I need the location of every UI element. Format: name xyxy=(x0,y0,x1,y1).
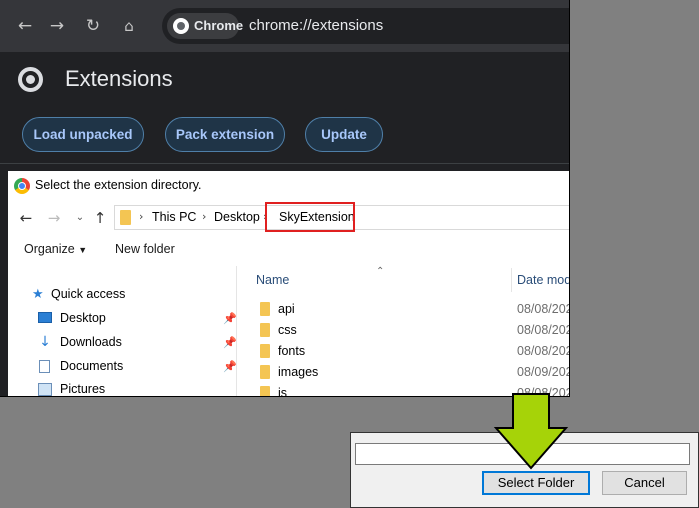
file-name: fonts xyxy=(278,344,306,358)
command-bar: Organize ▼ New folder xyxy=(8,233,569,265)
url-text[interactable]: chrome://extensions xyxy=(249,17,383,34)
pin-icon[interactable]: 📌 xyxy=(223,312,237,326)
arrow-down-icon xyxy=(493,393,569,470)
pack-extension-button[interactable]: Pack extension xyxy=(165,117,285,152)
update-button[interactable]: Update xyxy=(305,117,383,152)
nav-label: Quick access xyxy=(51,287,126,301)
cancel-button[interactable]: Cancel xyxy=(602,471,687,495)
forward-icon[interactable]: → xyxy=(44,13,70,39)
file-date: 08/08/202 xyxy=(517,302,569,316)
chrome-icon xyxy=(173,18,189,34)
folder-icon xyxy=(260,365,270,379)
chevron-right-icon[interactable]: › xyxy=(202,210,206,223)
file-name: js xyxy=(278,386,288,396)
back-icon[interactable]: ← xyxy=(16,208,36,228)
column-header-date[interactable]: Date mod xyxy=(517,273,569,287)
file-list: ⌃ Name Date mod api 08/08/202 css 08/08/… xyxy=(238,266,569,396)
column-divider[interactable] xyxy=(511,268,512,292)
chrome-chip[interactable]: Chrome xyxy=(167,13,243,39)
folder-icon xyxy=(260,302,270,316)
load-unpacked-button[interactable]: Load unpacked xyxy=(22,117,144,152)
folder-icon xyxy=(260,386,270,396)
pictures-icon xyxy=(38,383,52,396)
dropdown-arrow-icon: ▼ xyxy=(78,245,88,255)
list-item[interactable]: fonts 08/08/202 xyxy=(238,341,569,361)
list-item[interactable]: css 08/08/202 xyxy=(238,320,569,340)
breadcrumb[interactable]: › This PC › Desktop › SkyExtension xyxy=(114,202,569,232)
address-bar[interactable]: Chrome chrome://extensions xyxy=(162,8,569,44)
star-icon: ★ xyxy=(32,287,44,302)
new-folder-button[interactable]: New folder xyxy=(115,242,175,256)
breadcrumb-desktop[interactable]: Desktop xyxy=(214,210,260,224)
folder-icon xyxy=(260,323,270,337)
chevron-right-icon[interactable]: › xyxy=(139,210,143,223)
chrome-window: ← → ↻ ⌂ Chrome chrome://extensions Exten… xyxy=(0,0,570,397)
browser-toolbar: ← → ↻ ⌂ Chrome chrome://extensions xyxy=(0,0,569,52)
list-item[interactable]: images 08/09/202 xyxy=(238,362,569,382)
download-icon: ↓ xyxy=(39,334,51,350)
up-icon[interactable]: ↑ xyxy=(90,208,110,228)
organize-button[interactable]: Organize ▼ xyxy=(24,242,87,256)
file-date: 08/08/202 xyxy=(517,344,569,358)
nav-label: Documents xyxy=(60,359,124,373)
breadcrumb-this-pc[interactable]: This PC xyxy=(152,210,196,224)
reload-icon[interactable]: ↻ xyxy=(80,13,106,39)
column-header-name[interactable]: Name xyxy=(256,273,289,287)
desktop-icon xyxy=(38,312,52,323)
folder-icon xyxy=(120,210,131,225)
arrow-shape xyxy=(493,393,569,470)
folder-icon xyxy=(260,344,270,358)
file-name: images xyxy=(278,365,319,379)
extensions-logo-icon xyxy=(18,67,43,92)
pin-icon[interactable]: 📌 xyxy=(223,336,237,350)
chevron-down-icon[interactable]: ⌄ xyxy=(70,208,90,228)
file-date: 08/08/202 xyxy=(517,323,569,337)
dialog-title: Select the extension directory. xyxy=(35,178,202,192)
nav-label: Pictures xyxy=(60,382,106,396)
document-icon xyxy=(39,360,50,373)
forward-icon[interactable]: → xyxy=(44,208,64,228)
highlight-box xyxy=(265,202,355,232)
file-name: css xyxy=(278,323,297,337)
nav-label: Downloads xyxy=(60,335,122,349)
divider xyxy=(0,163,569,164)
folder-picker-dialog: Select the extension directory. ← → ⌄ ↑ … xyxy=(8,171,569,396)
select-folder-button[interactable]: Select Folder xyxy=(482,471,590,495)
page-title: Extensions xyxy=(65,66,173,91)
home-icon[interactable]: ⌂ xyxy=(116,13,142,39)
navigation-pane: ★ Quick access Desktop 📌 ↓ Downloads 📌 D… xyxy=(8,266,237,396)
chrome-icon xyxy=(14,178,30,194)
pin-icon[interactable]: 📌 xyxy=(223,360,237,374)
back-icon[interactable]: ← xyxy=(12,13,38,39)
list-item[interactable]: api 08/08/202 xyxy=(238,299,569,319)
file-name: api xyxy=(278,302,295,316)
chip-label: Chrome xyxy=(194,18,244,33)
organize-label: Organize xyxy=(24,242,75,256)
file-date: 08/09/202 xyxy=(517,365,569,379)
nav-label: Desktop xyxy=(60,311,106,325)
sort-arrow-icon: ⌃ xyxy=(376,266,385,277)
